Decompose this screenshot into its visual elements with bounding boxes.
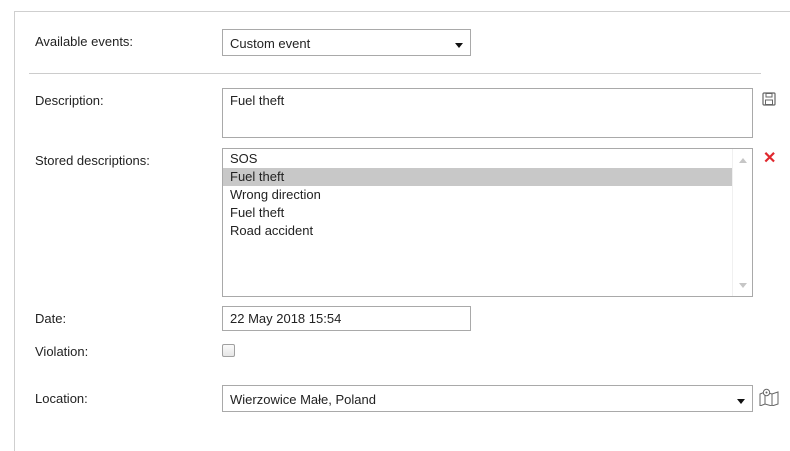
scroll-up-icon[interactable] [739, 158, 747, 163]
stored-descriptions-label: Stored descriptions: [35, 153, 150, 168]
location-label: Location: [35, 391, 88, 406]
stored-descriptions-listbox[interactable]: SOS Fuel theft Wrong direction Fuel thef… [222, 148, 753, 297]
section-divider [29, 73, 761, 74]
date-label: Date: [35, 311, 67, 326]
description-textarea[interactable]: Fuel theft [222, 88, 753, 138]
scroll-down-icon[interactable] [739, 283, 747, 288]
list-item-selected[interactable]: Fuel theft [223, 168, 732, 186]
list-item[interactable]: Wrong direction [223, 186, 732, 204]
list-item[interactable]: SOS [223, 150, 732, 168]
date-input[interactable]: 22 May 2018 15:54 [222, 306, 471, 331]
violation-label: Violation: [35, 344, 89, 359]
list-item[interactable]: Road accident [223, 222, 732, 240]
violation-checkbox[interactable] [222, 344, 235, 357]
save-icon[interactable] [762, 92, 776, 106]
description-value: Fuel theft [230, 93, 285, 108]
available-events-select[interactable]: Custom event [222, 29, 471, 56]
listbox-scrollbar[interactable] [732, 149, 752, 296]
location-value: Wierzowice Małe, Poland [230, 392, 376, 407]
close-icon[interactable]: ✕ [763, 151, 776, 167]
chevron-down-icon [737, 399, 745, 404]
available-events-label: Available events: [35, 34, 134, 49]
chevron-down-icon [455, 43, 463, 48]
map-icon[interactable] [759, 388, 779, 406]
available-events-value: Custom event [230, 36, 311, 51]
location-select[interactable]: Wierzowice Małe, Poland [222, 385, 753, 412]
list-item[interactable]: Fuel theft [223, 204, 732, 222]
stored-descriptions-items: SOS Fuel theft Wrong direction Fuel thef… [223, 150, 732, 240]
description-label: Description: [35, 93, 104, 108]
